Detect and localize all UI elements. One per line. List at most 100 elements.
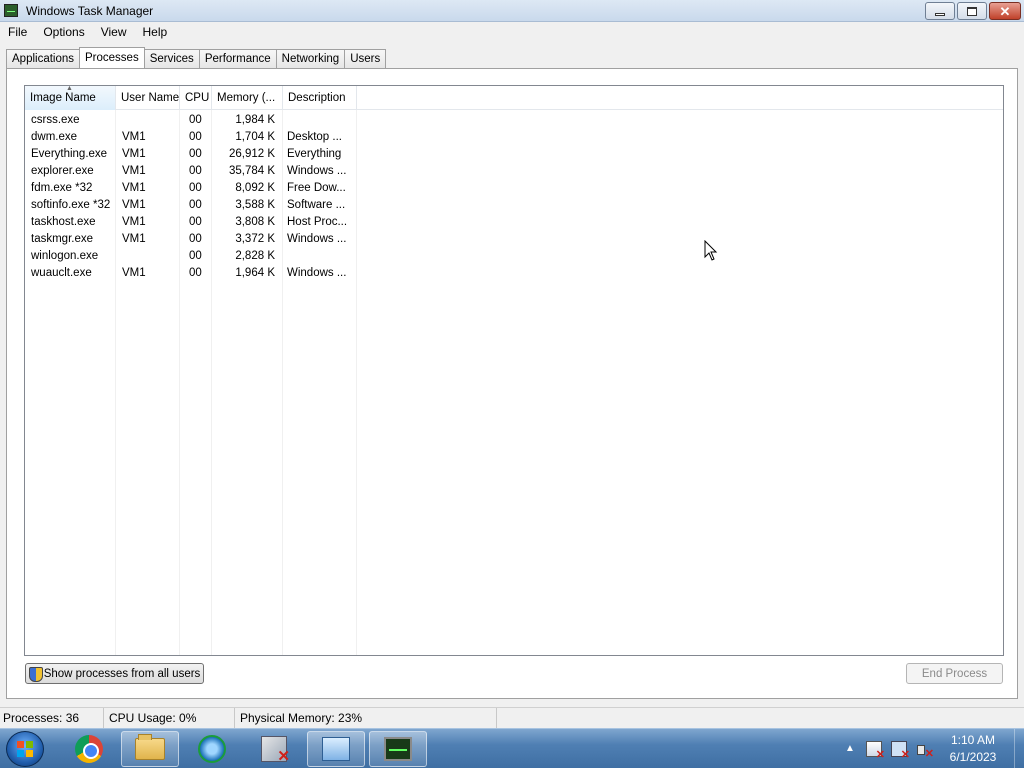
status-bar: Processes: 36 CPU Usage: 0% Physical Mem…: [0, 707, 1024, 728]
minimize-button[interactable]: [925, 2, 955, 20]
uac-shield-icon: [28, 667, 43, 682]
process-user-name: [116, 248, 180, 265]
column-header-user-name[interactable]: User Name: [116, 86, 180, 110]
process-row[interactable]: Everything.exe VM1 00 26,912 K Everything: [25, 146, 357, 163]
menu-bar: File Options View Help: [0, 22, 1024, 42]
process-list[interactable]: ▲ Image Name User Name CPU Memory (... D…: [24, 85, 1004, 656]
end-process-button[interactable]: End Process: [906, 663, 1003, 684]
task-manager-window: Windows Task Manager ✕ File Options View…: [0, 0, 1024, 728]
clock-date: 6/1/2023: [949, 750, 997, 764]
tab-networking[interactable]: Networking: [275, 49, 346, 68]
taskbar-task-manager[interactable]: [369, 731, 427, 767]
process-row[interactable]: explorer.exe VM1 00 35,784 K Windows ...: [25, 163, 357, 180]
action-center-flag-icon[interactable]: [866, 741, 885, 761]
process-image-name: csrss.exe: [31, 114, 80, 126]
process-user-name: [116, 112, 180, 129]
process-image-name: taskmgr.exe: [31, 233, 93, 245]
start-button[interactable]: [6, 731, 44, 767]
tab-strip: Applications Processes Services Performa…: [6, 47, 387, 68]
show-all-users-button[interactable]: Show processes from all users: [25, 663, 204, 684]
status-cpu-usage: CPU Usage: 0%: [104, 708, 235, 728]
process-cpu: 00: [189, 267, 202, 279]
tab-processes[interactable]: Processes: [79, 47, 145, 68]
close-button[interactable]: ✕: [989, 2, 1021, 20]
column-header-description[interactable]: Description: [283, 86, 357, 110]
taskbar-sync-app[interactable]: [183, 731, 241, 767]
folder-icon: [135, 734, 165, 760]
show-desktop-button[interactable]: [1014, 729, 1024, 768]
process-image-name: explorer.exe: [31, 165, 94, 177]
process-memory: 1,984 K: [235, 114, 275, 126]
list-header: ▲ Image Name User Name CPU Memory (... D…: [25, 86, 1003, 110]
taskbar-chrome[interactable]: [60, 731, 118, 767]
tab-applications[interactable]: Applications: [6, 49, 81, 68]
column-header-image-name[interactable]: ▲ Image Name: [25, 86, 116, 110]
process-row[interactable]: dwm.exe VM1 00 1,704 K Desktop ...: [25, 129, 357, 146]
remote-desktop-icon: [322, 737, 350, 761]
process-cpu: 00: [189, 131, 202, 143]
process-image-name: taskhost.exe: [31, 216, 96, 228]
menu-help[interactable]: Help: [135, 22, 176, 42]
task-manager-app-icon[interactable]: [4, 4, 18, 17]
window-title: Windows Task Manager: [26, 4, 154, 18]
process-row[interactable]: fdm.exe *32 VM1 00 8,092 K Free Dow...: [25, 180, 357, 197]
tab-services[interactable]: Services: [143, 49, 200, 68]
process-description: Everything: [287, 148, 342, 160]
process-cpu: 00: [189, 114, 202, 126]
process-image-name: fdm.exe *32: [31, 182, 93, 194]
process-cpu: 00: [189, 182, 202, 194]
process-user-name: VM1: [122, 199, 146, 211]
tab-performance[interactable]: Performance: [198, 49, 277, 68]
process-description: Windows ...: [287, 165, 347, 177]
process-row[interactable]: taskhost.exe VM1 00 3,808 K Host Proc...: [25, 214, 357, 231]
column-header-memory[interactable]: Memory (...: [212, 86, 283, 110]
process-image-name: winlogon.exe: [31, 250, 99, 262]
process-user-name: VM1: [122, 165, 146, 177]
process-user-name: VM1: [122, 148, 146, 160]
volume-muted-icon[interactable]: [916, 741, 934, 760]
taskbar-explorer[interactable]: [121, 731, 179, 767]
taskbar-clock[interactable]: 1:10 AM 6/1/2023: [941, 732, 1005, 766]
process-cpu: 00: [189, 148, 202, 160]
show-hidden-icons-arrow-icon[interactable]: ▲: [845, 743, 855, 754]
taskbar-tool-app[interactable]: [245, 731, 303, 767]
process-row[interactable]: softinfo.exe *32 VM1 00 3,588 K Software ...: [25, 197, 357, 214]
process-image-name: Everything.exe: [31, 148, 108, 160]
menu-view[interactable]: View: [93, 22, 135, 42]
clock-time: 1:10 AM: [950, 733, 996, 747]
process-memory: 1,704 K: [235, 131, 275, 143]
title-bar[interactable]: Windows Task Manager ✕: [0, 0, 1024, 22]
process-memory: 3,588 K: [235, 199, 275, 211]
restore-icon: [967, 6, 977, 16]
process-description: Windows ...: [287, 267, 347, 279]
process-row[interactable]: winlogon.exe 00 2,828 K: [25, 248, 357, 265]
maximize-button[interactable]: [957, 2, 987, 20]
process-memory: 26,912 K: [228, 148, 275, 160]
process-row[interactable]: taskmgr.exe VM1 00 3,372 K Windows ...: [25, 231, 357, 248]
process-cpu: 00: [189, 199, 202, 211]
taskbar-remote-desktop[interactable]: [307, 731, 365, 767]
process-user-name: VM1: [122, 267, 146, 279]
tab-users[interactable]: Users: [344, 49, 387, 68]
menu-file[interactable]: File: [0, 22, 35, 42]
process-cpu: 00: [189, 216, 202, 228]
process-description: [283, 112, 357, 129]
process-user-name: VM1: [122, 233, 146, 245]
menu-options[interactable]: Options: [35, 22, 92, 42]
process-cpu: 00: [189, 165, 202, 177]
processes-panel: ▲ Image Name User Name CPU Memory (... D…: [6, 68, 1018, 699]
process-image-name: softinfo.exe *32: [31, 199, 111, 211]
minimize-icon: [935, 12, 945, 16]
column-header-cpu[interactable]: CPU: [180, 86, 212, 110]
process-description: Host Proc...: [287, 216, 348, 228]
status-processes: Processes: 36: [0, 708, 104, 728]
taskbar: ▲ 1:10 AM 6/1/2023: [0, 728, 1024, 768]
network-icon[interactable]: [891, 741, 910, 761]
process-row[interactable]: wuauclt.exe VM1 00 1,964 K Windows ...: [25, 265, 357, 282]
process-row[interactable]: csrss.exe 00 1,984 K: [25, 112, 357, 129]
process-user-name: VM1: [122, 182, 146, 194]
process-description: Free Dow...: [287, 182, 346, 194]
process-memory: 3,372 K: [235, 233, 275, 245]
process-image-name: wuauclt.exe: [31, 267, 92, 279]
sync-icon: [198, 735, 226, 763]
